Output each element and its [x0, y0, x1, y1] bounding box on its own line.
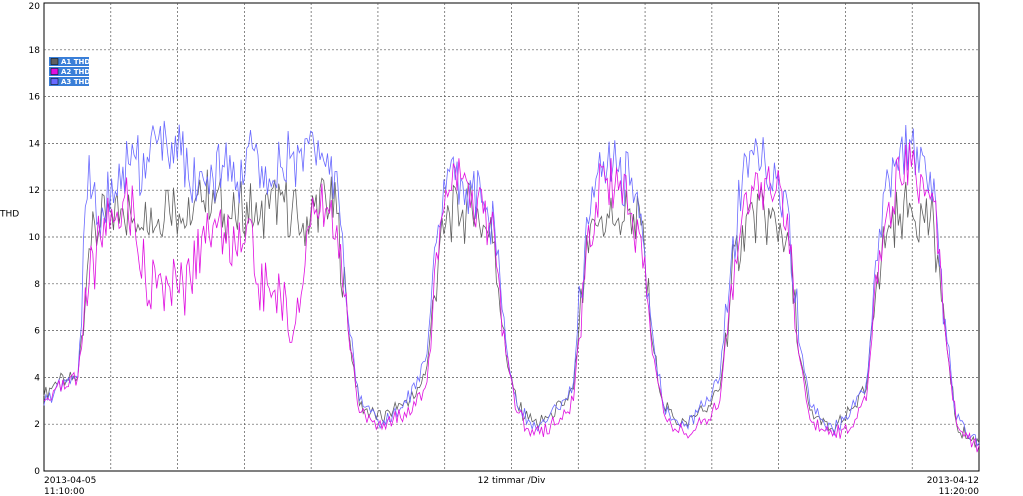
- thd-chart: 0 2 4 6 8 10 12 14 16 18 20 THD 12 timmar /Div 201…: [0, 2, 980, 496]
- legend-label: A2 THD: [61, 68, 90, 76]
- x-start-date: 2013-04-05: [44, 476, 96, 486]
- x-end-time: 11:20:00: [939, 487, 980, 496]
- y-tick-label: 0: [34, 467, 40, 477]
- legend-swatch: [50, 68, 59, 75]
- y-tick-label: 10: [29, 233, 41, 243]
- y-tick-label: 18: [29, 46, 41, 56]
- x-end-date: 2013-04-12: [927, 476, 979, 486]
- y-axis-label: THD: [0, 210, 19, 220]
- legend: A1 THD A2 THD A3 THD: [49, 57, 90, 86]
- legend-swatch: [50, 58, 59, 65]
- x-axis-label: 12 timmar /Div: [478, 476, 546, 486]
- y-tick-label: 12: [29, 186, 40, 196]
- y-tick-label: 14: [29, 139, 41, 149]
- legend-label: A3 THD: [61, 78, 90, 86]
- y-tick-label: 2: [34, 420, 40, 430]
- y-tick-label: 4: [34, 373, 40, 383]
- x-start-time: 11:10:00: [44, 487, 85, 496]
- legend-swatch: [50, 78, 59, 85]
- y-tick-label: 20: [29, 2, 41, 12]
- y-tick-label: 8: [34, 280, 40, 290]
- legend-label: A1 THD: [61, 58, 90, 66]
- y-tick-label: 6: [34, 327, 40, 337]
- y-tick-labels: 0 2 4 6 8 10 12 14 16 18 20: [29, 2, 41, 477]
- y-tick-label: 16: [29, 93, 41, 103]
